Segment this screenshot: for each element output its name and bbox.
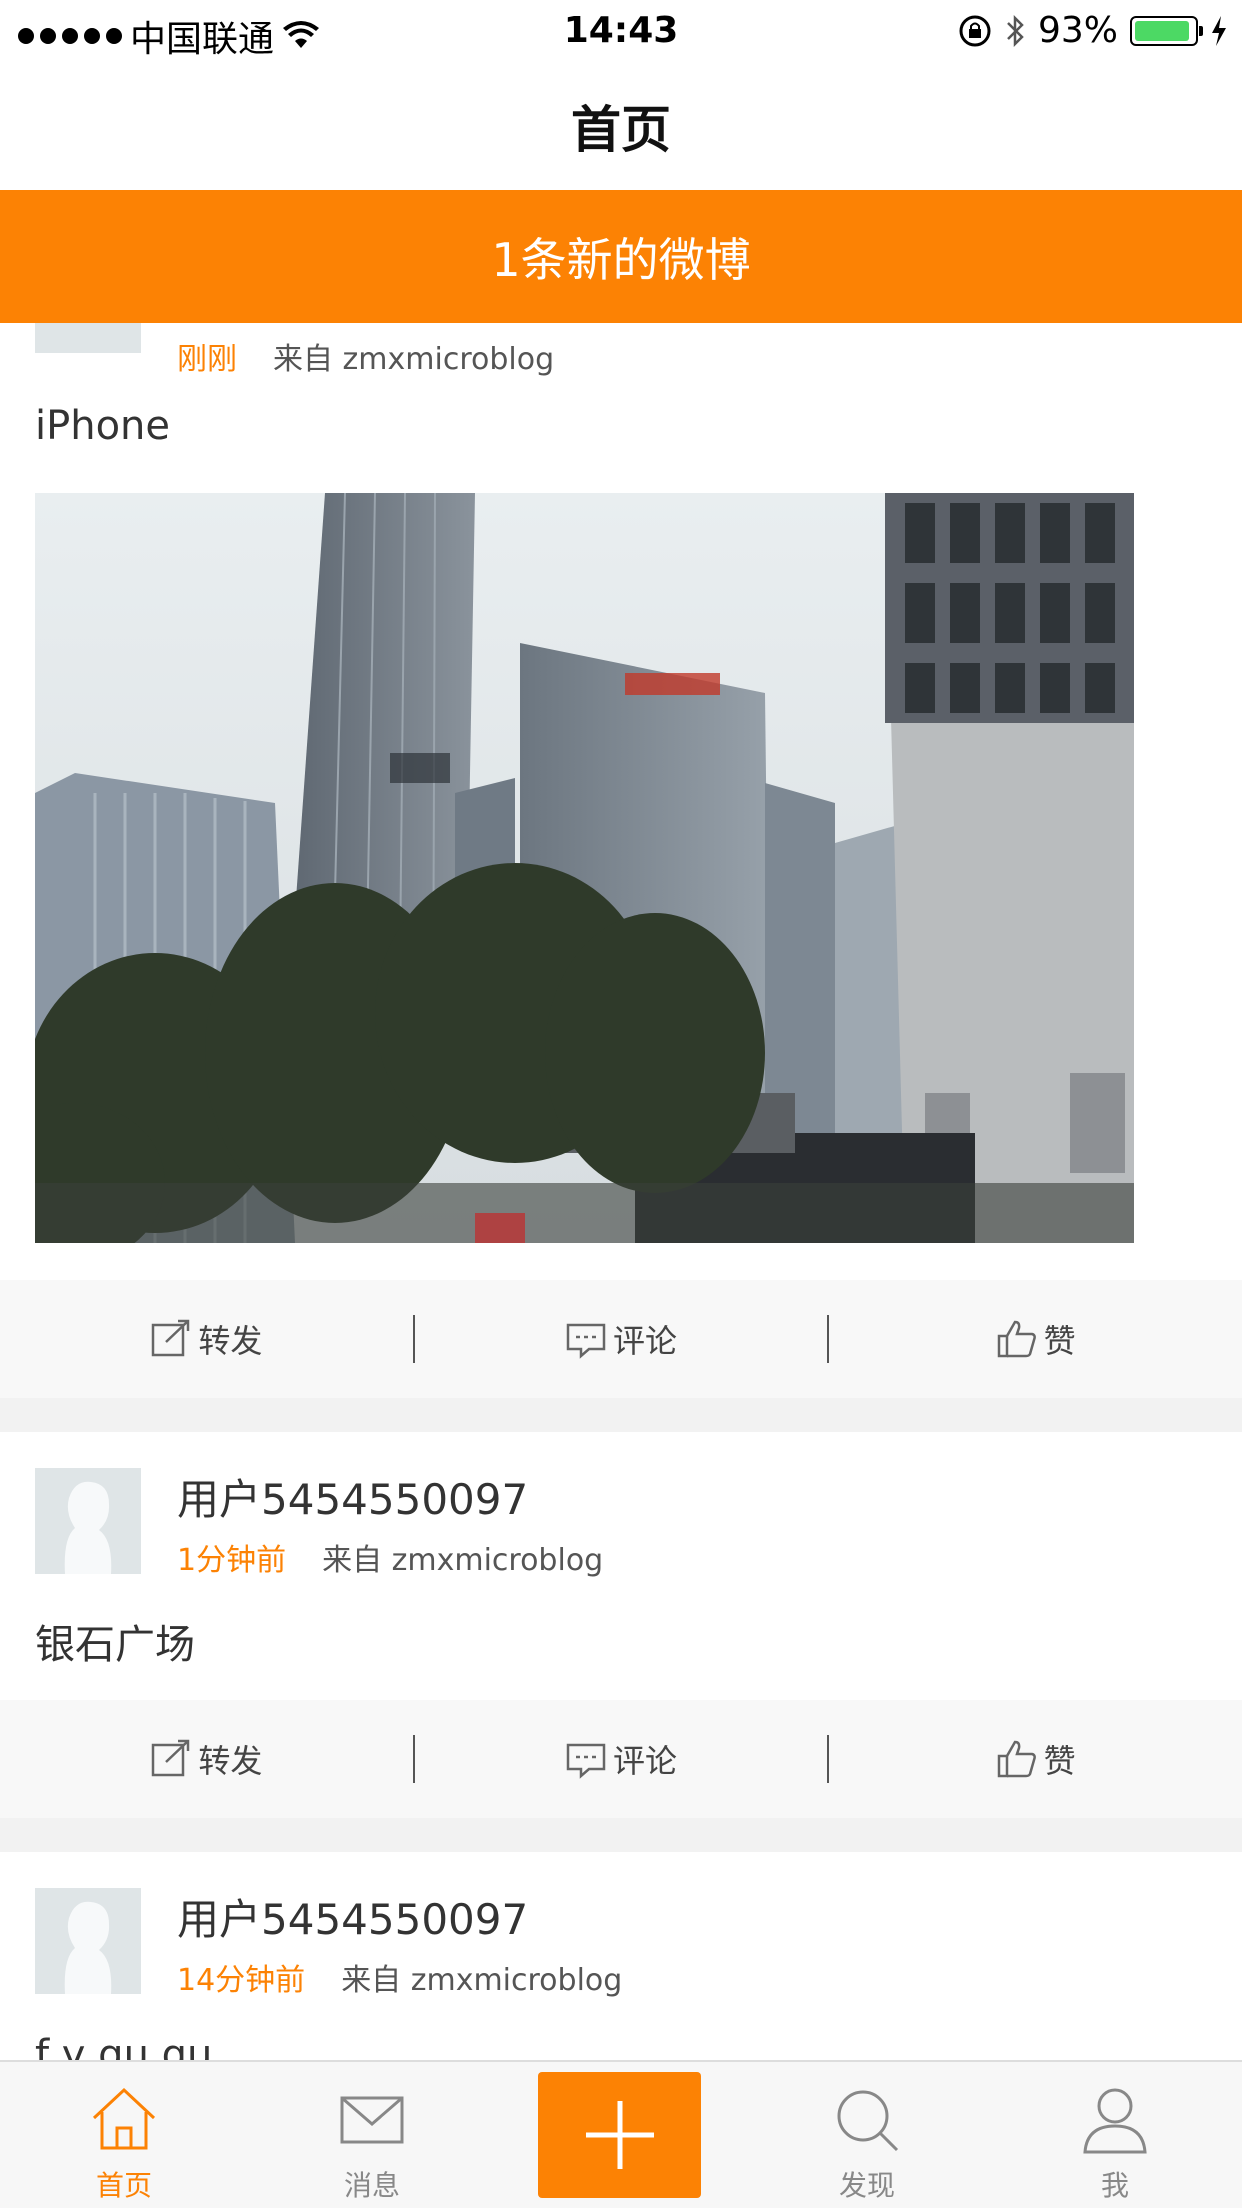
battery-percent: 93% [1037, 10, 1118, 51]
battery-fill [1135, 20, 1189, 41]
repost-icon [152, 1739, 190, 1777]
page-title: 首页 [571, 101, 671, 159]
charging-icon [1212, 15, 1226, 46]
post-text: iPhone [35, 403, 171, 449]
post-actions: 转发 评论 赞 [0, 1280, 1242, 1398]
comment-label: 评论 [613, 1742, 678, 1780]
post-time: 刚刚 [177, 342, 237, 377]
tab-discover-label: 发现 [838, 2169, 895, 2202]
avatar[interactable] [35, 1888, 141, 1994]
comment-label: 评论 [613, 1322, 678, 1360]
post-source: 来自 zmxmicroblog [341, 1963, 623, 1998]
repost-button[interactable]: 转发 [0, 1736, 413, 1782]
feed: 刚刚 来自 zmxmicroblog iPhone 转发 评论 赞 用户5454… [0, 308, 1242, 2152]
new-posts-banner[interactable]: 1条新的微博 [0, 190, 1242, 323]
repost-button[interactable]: 转发 [0, 1316, 413, 1362]
post-meta: 14分钟前 来自 zmxmicroblog [177, 1955, 622, 1999]
comment-icon [566, 1323, 606, 1359]
bluetooth-icon [1007, 14, 1024, 47]
nav-bar: 首页 [0, 62, 1242, 191]
post-separator [0, 1398, 1242, 1432]
tab-bar: 首页 消息 发现 我 [0, 2060, 1242, 2208]
comment-icon [566, 1743, 606, 1779]
repost-label: 转发 [198, 1742, 263, 1780]
avatar-placeholder-icon [35, 1888, 141, 1994]
home-icon [92, 2087, 156, 2150]
plus-icon [585, 2101, 654, 2169]
battery-icon [1130, 15, 1203, 46]
post-text: 银石广场 [35, 1622, 195, 1668]
tab-me-label: 我 [1100, 2169, 1129, 2202]
thumbs-up-icon [997, 1740, 1036, 1778]
comment-button[interactable]: 评论 [415, 1316, 828, 1362]
post-item[interactable]: 刚刚 来自 zmxmicroblog iPhone 转发 评论 赞 [0, 308, 1242, 1398]
post-actions: 转发 评论 赞 [0, 1700, 1242, 1818]
status-bar: 中国联通 14:43 93% [0, 0, 1242, 62]
post-source: 来自 zmxmicroblog [322, 1543, 604, 1578]
status-right: 93% [958, 10, 1228, 51]
comment-button[interactable]: 评论 [415, 1736, 828, 1782]
like-label: 赞 [1043, 1322, 1076, 1360]
post-source: 来自 zmxmicroblog [273, 342, 555, 377]
post-username[interactable]: 用户5454550097 [177, 1466, 528, 1527]
like-button[interactable]: 赞 [829, 1736, 1242, 1782]
envelope-icon [340, 2096, 404, 2144]
post-meta: 刚刚 来自 zmxmicroblog [177, 334, 554, 378]
person-icon [1083, 2088, 1147, 2154]
like-button[interactable]: 赞 [829, 1316, 1242, 1362]
search-icon [837, 2090, 899, 2152]
post-photo[interactable] [35, 493, 1134, 1243]
thumbs-up-icon [997, 1320, 1036, 1358]
tab-messages-label: 消息 [343, 2169, 400, 2202]
building-photo [35, 493, 1134, 1243]
post-item[interactable]: 用户5454550097 1分钟前 来自 zmxmicroblog 银石广场 转… [0, 1432, 1242, 1818]
orientation-lock-icon [959, 15, 991, 46]
like-label: 赞 [1043, 1742, 1076, 1780]
compose-button[interactable] [538, 2072, 701, 2198]
post-username[interactable]: 用户5454550097 [177, 1886, 528, 1947]
repost-label: 转发 [198, 1322, 263, 1360]
post-time: 1分钟前 [177, 1543, 287, 1578]
avatar[interactable] [35, 1468, 141, 1574]
repost-icon [152, 1319, 190, 1357]
avatar-placeholder-icon [35, 1468, 141, 1574]
post-time: 14分钟前 [177, 1963, 306, 1998]
post-separator [0, 1818, 1242, 1852]
tab-discover[interactable]: 发现 [743, 2062, 991, 2208]
tab-home[interactable]: 首页 [0, 2062, 248, 2208]
new-posts-banner-text: 1条新的微博 [491, 232, 751, 287]
screen: 中国联通 14:43 93% 首页 1条新的微博 刚刚 来自 zmxmicrob… [0, 0, 1242, 2208]
post-meta: 1分钟前 来自 zmxmicroblog [177, 1535, 603, 1579]
tab-home-label: 首页 [95, 2169, 152, 2202]
tab-messages[interactable]: 消息 [248, 2062, 496, 2208]
tab-me[interactable]: 我 [991, 2062, 1239, 2208]
